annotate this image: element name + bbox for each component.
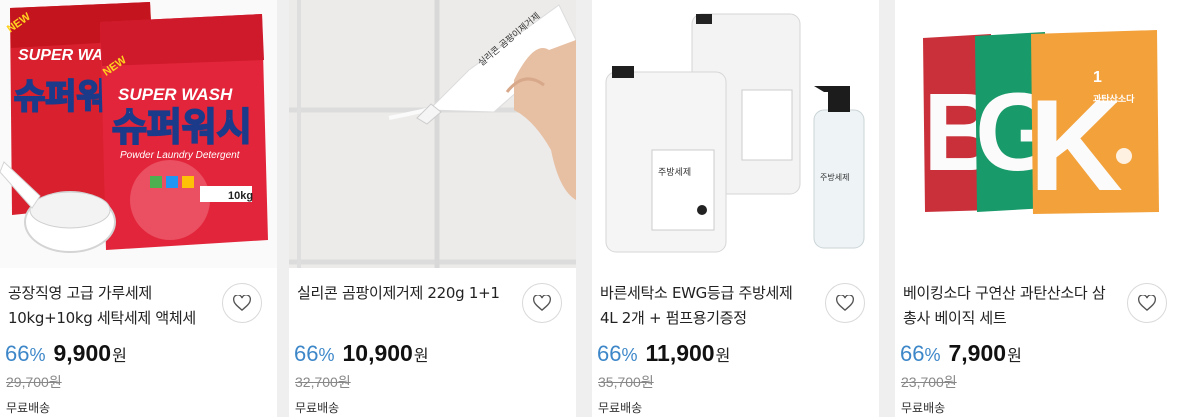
wish-button[interactable] xyxy=(222,283,262,323)
detergent-bag-image: SUPER WASH 슈퍼워시 NEW SUPER WASH 슈퍼워시 Powd… xyxy=(0,0,277,268)
product-card[interactable]: SUPER WASH 슈퍼워시 NEW SUPER WASH 슈퍼워시 Powd… xyxy=(0,0,277,417)
discount-rate: 66% xyxy=(294,341,335,366)
product-image[interactable]: 실리콘 곰팡이제거제 xyxy=(289,0,576,268)
discount-rate: 66% xyxy=(900,341,941,366)
bag-name-front: 슈퍼워시 xyxy=(112,105,252,149)
heart-icon xyxy=(533,295,551,311)
product-title[interactable]: 베이킹소다 구연산 과탄산소다 삼총사 베이직 세트 xyxy=(903,281,1113,331)
jug-label-front: 주방세제 xyxy=(658,167,691,178)
silicone-remover-image: 실리콘 곰팡이제거제 xyxy=(289,0,576,268)
product-card[interactable]: 주방세제 주방세제 바른세탁소 EWG등급 주방세제 4L 2개 + 펌프용기증… xyxy=(592,0,879,417)
currency: 원 xyxy=(1007,346,1022,365)
pouch-letter-k: K xyxy=(1029,72,1123,218)
product-title[interactable]: 실리콘 곰팡이제거제 220g 1+1 xyxy=(297,281,507,306)
product-card[interactable]: 실리콘 곰팡이제거제 실리콘 곰팡이제거제 220g 1+1 66% 10,900… xyxy=(289,0,576,417)
bottle-label: 주방세제 xyxy=(820,172,849,182)
original-price: 23,700원 xyxy=(901,374,957,390)
price-row: 66% 9,900원 xyxy=(5,340,127,367)
dish-soap-image: 주방세제 주방세제 xyxy=(592,0,879,268)
original-price: 35,700원 xyxy=(598,374,654,390)
sale-price: 9,900 xyxy=(53,340,112,366)
currency: 원 xyxy=(112,346,127,365)
pouch-number: 1 xyxy=(1093,69,1102,86)
wish-button[interactable] xyxy=(825,283,865,323)
shipping-label: 무료배송 xyxy=(6,401,51,415)
shipping-label: 무료배송 xyxy=(901,401,946,415)
price-row: 66% 7,900원 xyxy=(900,340,1022,367)
wish-button[interactable] xyxy=(522,283,562,323)
currency: 원 xyxy=(715,346,731,365)
heart-icon xyxy=(836,295,854,311)
bag-sub-front: Powder Laundry Detergent xyxy=(120,150,241,161)
discount-rate: 66% xyxy=(597,341,638,366)
sale-price: 10,900 xyxy=(342,340,413,366)
pouch-label: 과탄산소다 xyxy=(1093,93,1135,105)
product-title[interactable]: 바른세탁소 EWG등급 주방세제 4L 2개 + 펌프용기증정 xyxy=(600,281,810,331)
original-price: 29,700원 xyxy=(6,374,62,390)
shipping-label: 무료배송 xyxy=(295,401,340,415)
shipping-label: 무료배송 xyxy=(598,401,643,415)
sale-price: 11,900 xyxy=(645,340,715,366)
heart-icon xyxy=(1138,295,1156,311)
currency: 원 xyxy=(413,346,429,365)
product-grid: SUPER WASH 슈퍼워시 NEW SUPER WASH 슈퍼워시 Powd… xyxy=(0,0,1178,417)
product-image[interactable]: B G K 1 과탄산소다 xyxy=(895,0,1178,268)
bag-weight: 10kg xyxy=(228,190,253,202)
product-image[interactable]: SUPER WASH 슈퍼워시 NEW SUPER WASH 슈퍼워시 Powd… xyxy=(0,0,277,268)
product-image[interactable]: 주방세제 주방세제 xyxy=(592,0,879,268)
heart-icon xyxy=(233,295,251,311)
discount-rate: 66% xyxy=(5,341,46,366)
sale-price: 7,900 xyxy=(948,340,1007,366)
product-card[interactable]: B G K 1 과탄산소다 베이킹소다 구연산 과탄산소다 삼총사 베이직 세트… xyxy=(895,0,1178,417)
product-title[interactable]: 공장직영 고급 가루세제 10kg+10kg 세탁세제 액체세 xyxy=(8,281,218,331)
cleaner-pouch-set-image: B G K 1 과탄산소다 xyxy=(895,0,1178,268)
original-price: 32,700원 xyxy=(295,374,351,390)
price-row: 66% 10,900원 xyxy=(294,340,429,367)
price-row: 66% 11,900원 xyxy=(597,340,730,367)
bag-brand-front: SUPER WASH xyxy=(118,85,233,104)
wish-button[interactable] xyxy=(1127,283,1167,323)
